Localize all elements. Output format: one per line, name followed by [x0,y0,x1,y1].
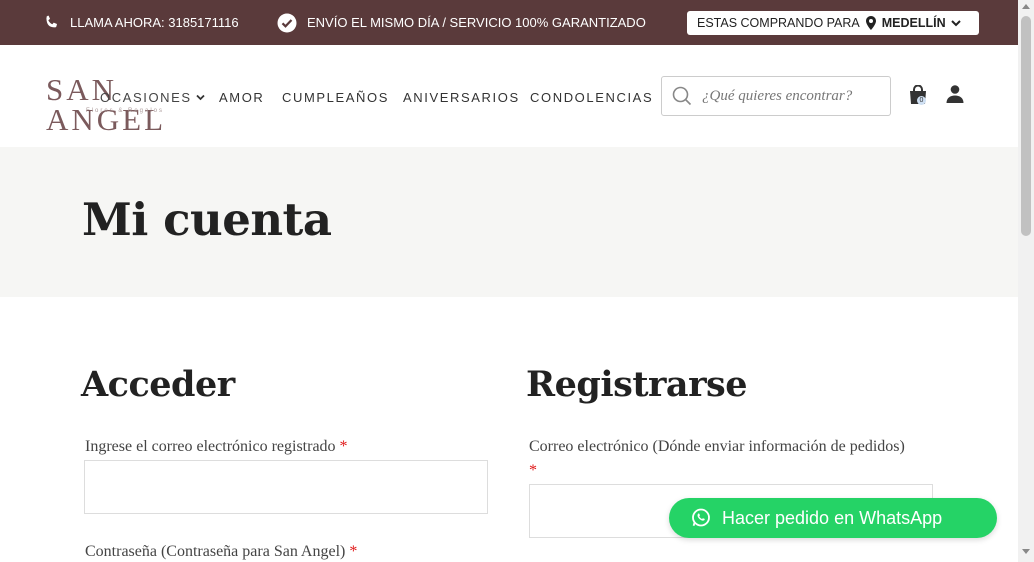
map-pin-icon [865,16,876,30]
cart-count-badge: 0 [917,96,926,105]
scroll-thumb[interactable] [1021,16,1031,236]
nav-condolencias[interactable]: CONDOLENCIAS [530,89,653,105]
whatsapp-label: Hacer pedido en WhatsApp [722,507,943,528]
scrollbar[interactable] [1018,0,1034,562]
whatsapp-icon [692,508,710,527]
city-selector[interactable]: ESTAS COMPRANDO PARA MEDELLÍN [687,11,979,35]
page-title-band: Mi cuenta [0,147,1018,297]
required-mark: * [529,462,537,479]
check-circle-icon [277,13,297,32]
logo-text: SAN ANGEL [46,72,167,137]
login-title: Acceder [81,364,235,405]
search-input[interactable] [702,87,882,105]
city-prefix: ESTAS COMPRANDO PARA [697,16,860,30]
shipping-notice: ENVÍO EL MISMO DÍA / SERVICIO 100% GARAN… [277,0,646,45]
register-title: Registrarse [526,364,748,405]
user-icon [946,85,964,103]
site-header: SAN ANGEL Flores & Regalos OCASIONES AMO… [0,45,1018,147]
call-now[interactable]: LLAMA AHORA: 3185171116 [44,0,239,45]
nav-cumpleanos[interactable]: CUMPLEAÑOS [282,89,389,105]
nav-ocasiones-label: OCASIONES [100,89,192,105]
chevron-down-icon [196,94,205,100]
cart-button[interactable]: 0 [909,84,929,109]
account-button[interactable] [946,85,964,108]
required-mark: * [339,438,348,455]
required-mark: * [349,543,358,560]
city-name: MEDELLÍN [881,16,946,30]
login-password-label: Contraseña (Contraseña para San Angel) * [85,540,485,562]
whatsapp-order-button[interactable]: Hacer pedido en WhatsApp [669,498,997,538]
nav-ocasiones[interactable]: OCASIONES [100,89,205,105]
scroll-down-arrow[interactable] [1022,549,1030,554]
login-email-input[interactable] [84,460,488,514]
login-email-label-text: Ingrese el correo electrónico registrado [85,438,336,455]
page-title: Mi cuenta [82,193,332,246]
shipping-text: ENVÍO EL MISMO DÍA / SERVICIO 100% GARAN… [307,15,646,30]
search-box[interactable] [661,76,891,116]
register-email-label-text: Correo electrónico (Dónde enviar informa… [529,438,905,455]
register-email-label: Correo electrónico (Dónde enviar informa… [529,435,909,483]
search-icon[interactable] [672,86,692,106]
logo-tagline: Flores & Regalos [86,108,165,114]
call-text: LLAMA AHORA: 3185171116 [70,15,239,30]
top-bar: LLAMA AHORA: 3185171116 ENVÍO EL MISMO D… [0,0,1018,45]
login-password-label-text: Contraseña (Contraseña para San Angel) [85,543,346,560]
nav-amor[interactable]: AMOR [219,89,264,105]
chevron-down-icon [950,20,961,27]
login-email-label: Ingrese el correo electrónico registrado… [85,435,485,459]
nav-aniversarios[interactable]: ANIVERSARIOS [403,89,520,105]
scroll-up-arrow[interactable] [1022,4,1030,9]
phone-icon [46,15,57,27]
